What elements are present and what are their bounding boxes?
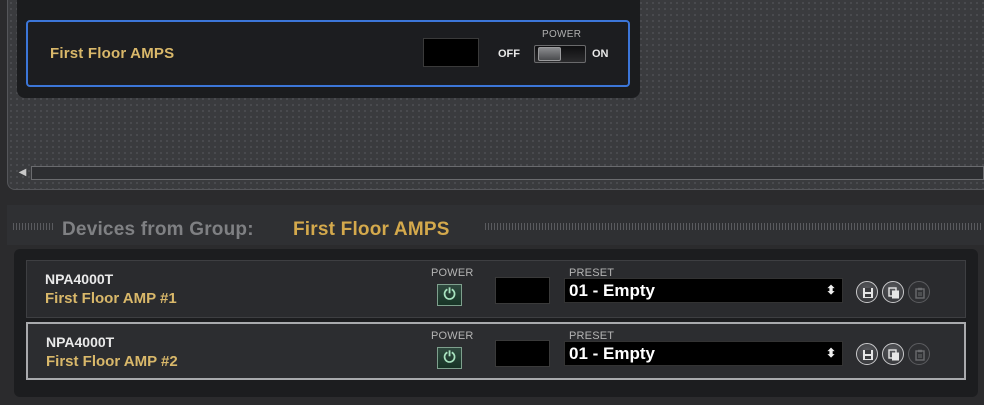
power-button[interactable]: ⏻ <box>437 284 462 306</box>
preset-select[interactable]: 01 - Empty ⬍ <box>564 278 843 303</box>
copy-icon <box>888 287 899 299</box>
select-arrows-icon: ⬍ <box>825 346 836 360</box>
device-status-box <box>495 340 550 367</box>
group-power-label: POWER <box>542 29 582 40</box>
power-label: POWER <box>431 330 474 342</box>
paste-icon <box>915 349 925 361</box>
devices-header: Devices from Group: First Floor AMPS <box>7 205 984 245</box>
paste-icon <box>915 287 925 299</box>
save-icon <box>863 288 873 298</box>
device-row[interactable]: NPA4000T First Floor AMP #1 POWER ⏻ PRES… <box>26 260 966 318</box>
preset-value: 01 - Empty <box>569 281 655 300</box>
device-model: NPA4000T <box>46 334 115 350</box>
save-preset-button[interactable] <box>856 343 878 365</box>
power-icon: ⏻ <box>443 349 456 366</box>
scroll-left-icon[interactable]: ◀ <box>14 166 31 180</box>
copy-icon <box>888 349 899 361</box>
paste-preset-button[interactable] <box>908 281 930 303</box>
horizontal-scrollbar[interactable] <box>31 166 984 180</box>
preset-value: 01 - Empty <box>569 344 655 363</box>
power-button[interactable]: ⏻ <box>437 347 462 369</box>
group-card-first-floor-amps[interactable]: First Floor AMPS POWER OFF ON <box>26 20 630 87</box>
devices-header-label: Devices from Group: <box>62 219 254 240</box>
paste-preset-button[interactable] <box>908 343 930 365</box>
toggle-on-label: ON <box>592 48 609 60</box>
group-power-toggle[interactable] <box>534 45 586 63</box>
grip-left <box>13 223 53 230</box>
toggle-knob[interactable] <box>538 47 561 61</box>
device-row[interactable]: NPA4000T First Floor AMP #2 POWER ⏻ PRES… <box>26 322 966 380</box>
power-label: POWER <box>431 267 474 279</box>
grip-right <box>485 223 982 230</box>
copy-preset-button[interactable] <box>882 281 904 303</box>
device-model: NPA4000T <box>45 271 114 287</box>
device-name: First Floor AMP #2 <box>46 353 178 370</box>
devices-header-group: First Floor AMPS <box>293 219 450 240</box>
select-arrows-icon: ⬍ <box>825 283 836 297</box>
toggle-off-label: OFF <box>498 48 520 60</box>
device-status-box <box>495 277 550 304</box>
preset-select[interactable]: 01 - Empty ⬍ <box>564 341 843 366</box>
save-icon <box>863 350 873 360</box>
power-icon: ⏻ <box>443 286 456 303</box>
group-status-box <box>423 38 479 67</box>
save-preset-button[interactable] <box>856 281 878 303</box>
group-title: First Floor AMPS <box>50 45 175 62</box>
device-name: First Floor AMP #1 <box>45 290 177 307</box>
copy-preset-button[interactable] <box>882 343 904 365</box>
